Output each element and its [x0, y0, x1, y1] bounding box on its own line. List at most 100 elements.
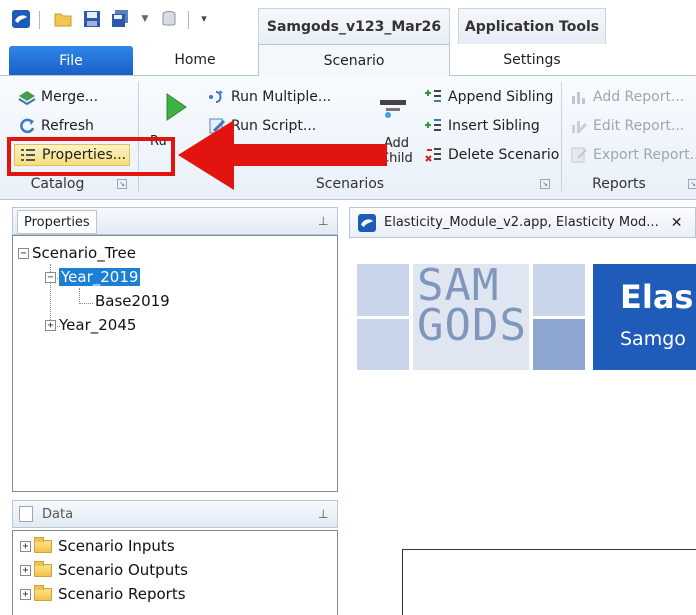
add-report-button[interactable]: Add Report... [570, 86, 684, 108]
annotation-highlight-box [7, 137, 175, 176]
delete-scenario-label: Delete Scenario [448, 147, 560, 163]
document-content-frame [402, 549, 696, 615]
merge-label: Merge... [41, 89, 99, 105]
expand-icon[interactable]: + [20, 564, 31, 576]
tree-item-label: Year_2045 [59, 316, 137, 334]
refresh-button[interactable]: Refresh [18, 115, 94, 137]
toolbar-divider [188, 11, 189, 29]
catalog-launcher-icon[interactable]: ↘ [117, 179, 127, 189]
tab-file[interactable]: File [9, 46, 133, 75]
folder-icon [34, 536, 52, 553]
append-sibling-label: Append Sibling [448, 89, 554, 105]
annotation-arrow-shaft [232, 144, 387, 166]
expand-icon[interactable]: + [20, 540, 31, 552]
append-sibling-icon [425, 88, 443, 106]
pin-icon[interactable]: ⊥ [318, 507, 328, 521]
toolbar-divider [39, 11, 40, 29]
data-panel-header: Data ⊥ [12, 500, 338, 528]
logo-text-line2: GODS [417, 300, 527, 351]
insert-sibling-icon [425, 117, 443, 135]
data-item-label: Scenario Inputs [58, 537, 175, 555]
export-report-label: Export Report... [593, 147, 696, 163]
properties-panel-header: Properties ⊥ [12, 207, 338, 235]
refresh-icon [18, 117, 36, 135]
logo-tile [357, 264, 409, 316]
scenarios-launcher-icon[interactable]: ↘ [540, 179, 550, 189]
delete-scenario-button[interactable]: Delete Scenario [425, 144, 559, 166]
run-icon[interactable] [164, 92, 188, 122]
logo-tile [533, 264, 585, 316]
tab-home[interactable]: Home [140, 44, 250, 76]
tree-item-base2019[interactable]: Base2019 [95, 290, 170, 312]
reports-launcher-icon[interactable]: ↘ [688, 179, 696, 189]
pin-icon[interactable]: ⊥ [318, 214, 328, 228]
group-separator [561, 82, 562, 192]
samgods-logo: SAM GODS [417, 264, 527, 351]
catalog-group-label: Catalog [30, 176, 85, 192]
edit-report-icon [570, 117, 588, 135]
run-script-label: Run Script... [231, 118, 317, 134]
data-panel-icon [19, 506, 33, 522]
contextual-group-samgods: Samgods_v123_Mar26 [258, 8, 450, 44]
data-item-label: Scenario Reports [58, 585, 186, 603]
merge-button[interactable]: Merge... [18, 86, 98, 108]
app-icon[interactable] [12, 10, 30, 28]
delete-scenario-icon [425, 146, 443, 164]
tree-item-year-2019[interactable]: − Year_2019 [45, 266, 141, 288]
database-icon[interactable] [160, 10, 178, 28]
export-report-button[interactable]: Export Report... [570, 144, 696, 166]
close-icon[interactable]: ✕ [671, 215, 683, 231]
tree-item-year-2045[interactable]: + Year_2045 [45, 314, 136, 336]
tree-item-root[interactable]: − Scenario_Tree [18, 242, 136, 264]
export-report-icon [570, 146, 588, 164]
app-icon [358, 213, 376, 232]
append-sibling-button[interactable]: Append Sibling [425, 86, 553, 108]
insert-sibling-button[interactable]: Insert Sibling [425, 115, 540, 137]
collapse-icon[interactable]: − [45, 271, 56, 283]
save-all-icon[interactable] [111, 10, 129, 28]
reports-group-label: Reports [592, 176, 646, 192]
tree-item-label: Base2019 [95, 292, 170, 310]
save-icon[interactable] [83, 10, 101, 28]
tab-settings[interactable]: Settings [458, 44, 606, 76]
insert-sibling-label: Insert Sibling [448, 118, 540, 134]
properties-tab[interactable]: Properties [17, 210, 97, 234]
run-multiple-button[interactable]: Run Multiple... [208, 86, 331, 108]
folder-icon [34, 560, 52, 577]
add-child-icon[interactable] [378, 98, 408, 120]
customize-icon[interactable]: ▾ [198, 10, 210, 28]
add-report-icon [570, 88, 588, 106]
tab-scenario[interactable]: Scenario [258, 44, 450, 77]
logo-tile [533, 319, 585, 370]
open-folder-icon[interactable] [54, 10, 72, 28]
data-panel-title: Data [42, 507, 74, 522]
add-report-label: Add Report... [593, 89, 685, 105]
logo-tile [357, 319, 409, 370]
edit-report-label: Edit Report... [593, 118, 685, 134]
tree-line [79, 303, 93, 304]
contextual-group-application-tools: Application Tools [458, 8, 606, 44]
collapse-icon[interactable]: − [18, 247, 29, 259]
tree-item-label: Scenario_Tree [32, 244, 136, 262]
annotation-arrow-head [178, 120, 234, 190]
data-item-scenario-reports[interactable]: + Scenario Reports [20, 583, 186, 605]
banner-subtitle: Samgo [620, 328, 686, 350]
module-banner: Elas Samgo [593, 264, 696, 370]
run-multiple-label: Run Multiple... [231, 89, 332, 105]
data-item-scenario-outputs[interactable]: + Scenario Outputs [20, 559, 188, 581]
tree-item-label-selected: Year_2019 [59, 268, 141, 286]
edit-report-button[interactable]: Edit Report... [570, 115, 684, 137]
run-multiple-icon [208, 88, 226, 106]
expand-icon[interactable]: + [45, 319, 56, 331]
data-item-label: Scenario Outputs [58, 561, 188, 579]
quick-access-toolbar: ▼ ▾ Samgods_v123_Mar26 Application Tools [0, 0, 696, 44]
merge-icon [18, 88, 36, 106]
dropdown-arrow-icon[interactable]: ▼ [140, 10, 150, 28]
data-item-scenario-inputs[interactable]: + Scenario Inputs [20, 535, 175, 557]
document-tab-title: Elasticity_Module_v2.app, Elasticity Mod… [384, 215, 659, 230]
expand-icon[interactable]: + [20, 588, 31, 600]
folder-icon [34, 584, 52, 601]
scenario-tree-panel: − Scenario_Tree − Year_2019 Base2019 + Y… [12, 235, 338, 492]
banner-title: Elas [620, 278, 694, 316]
document-tab[interactable]: Elasticity_Module_v2.app, Elasticity Mod… [349, 207, 696, 238]
